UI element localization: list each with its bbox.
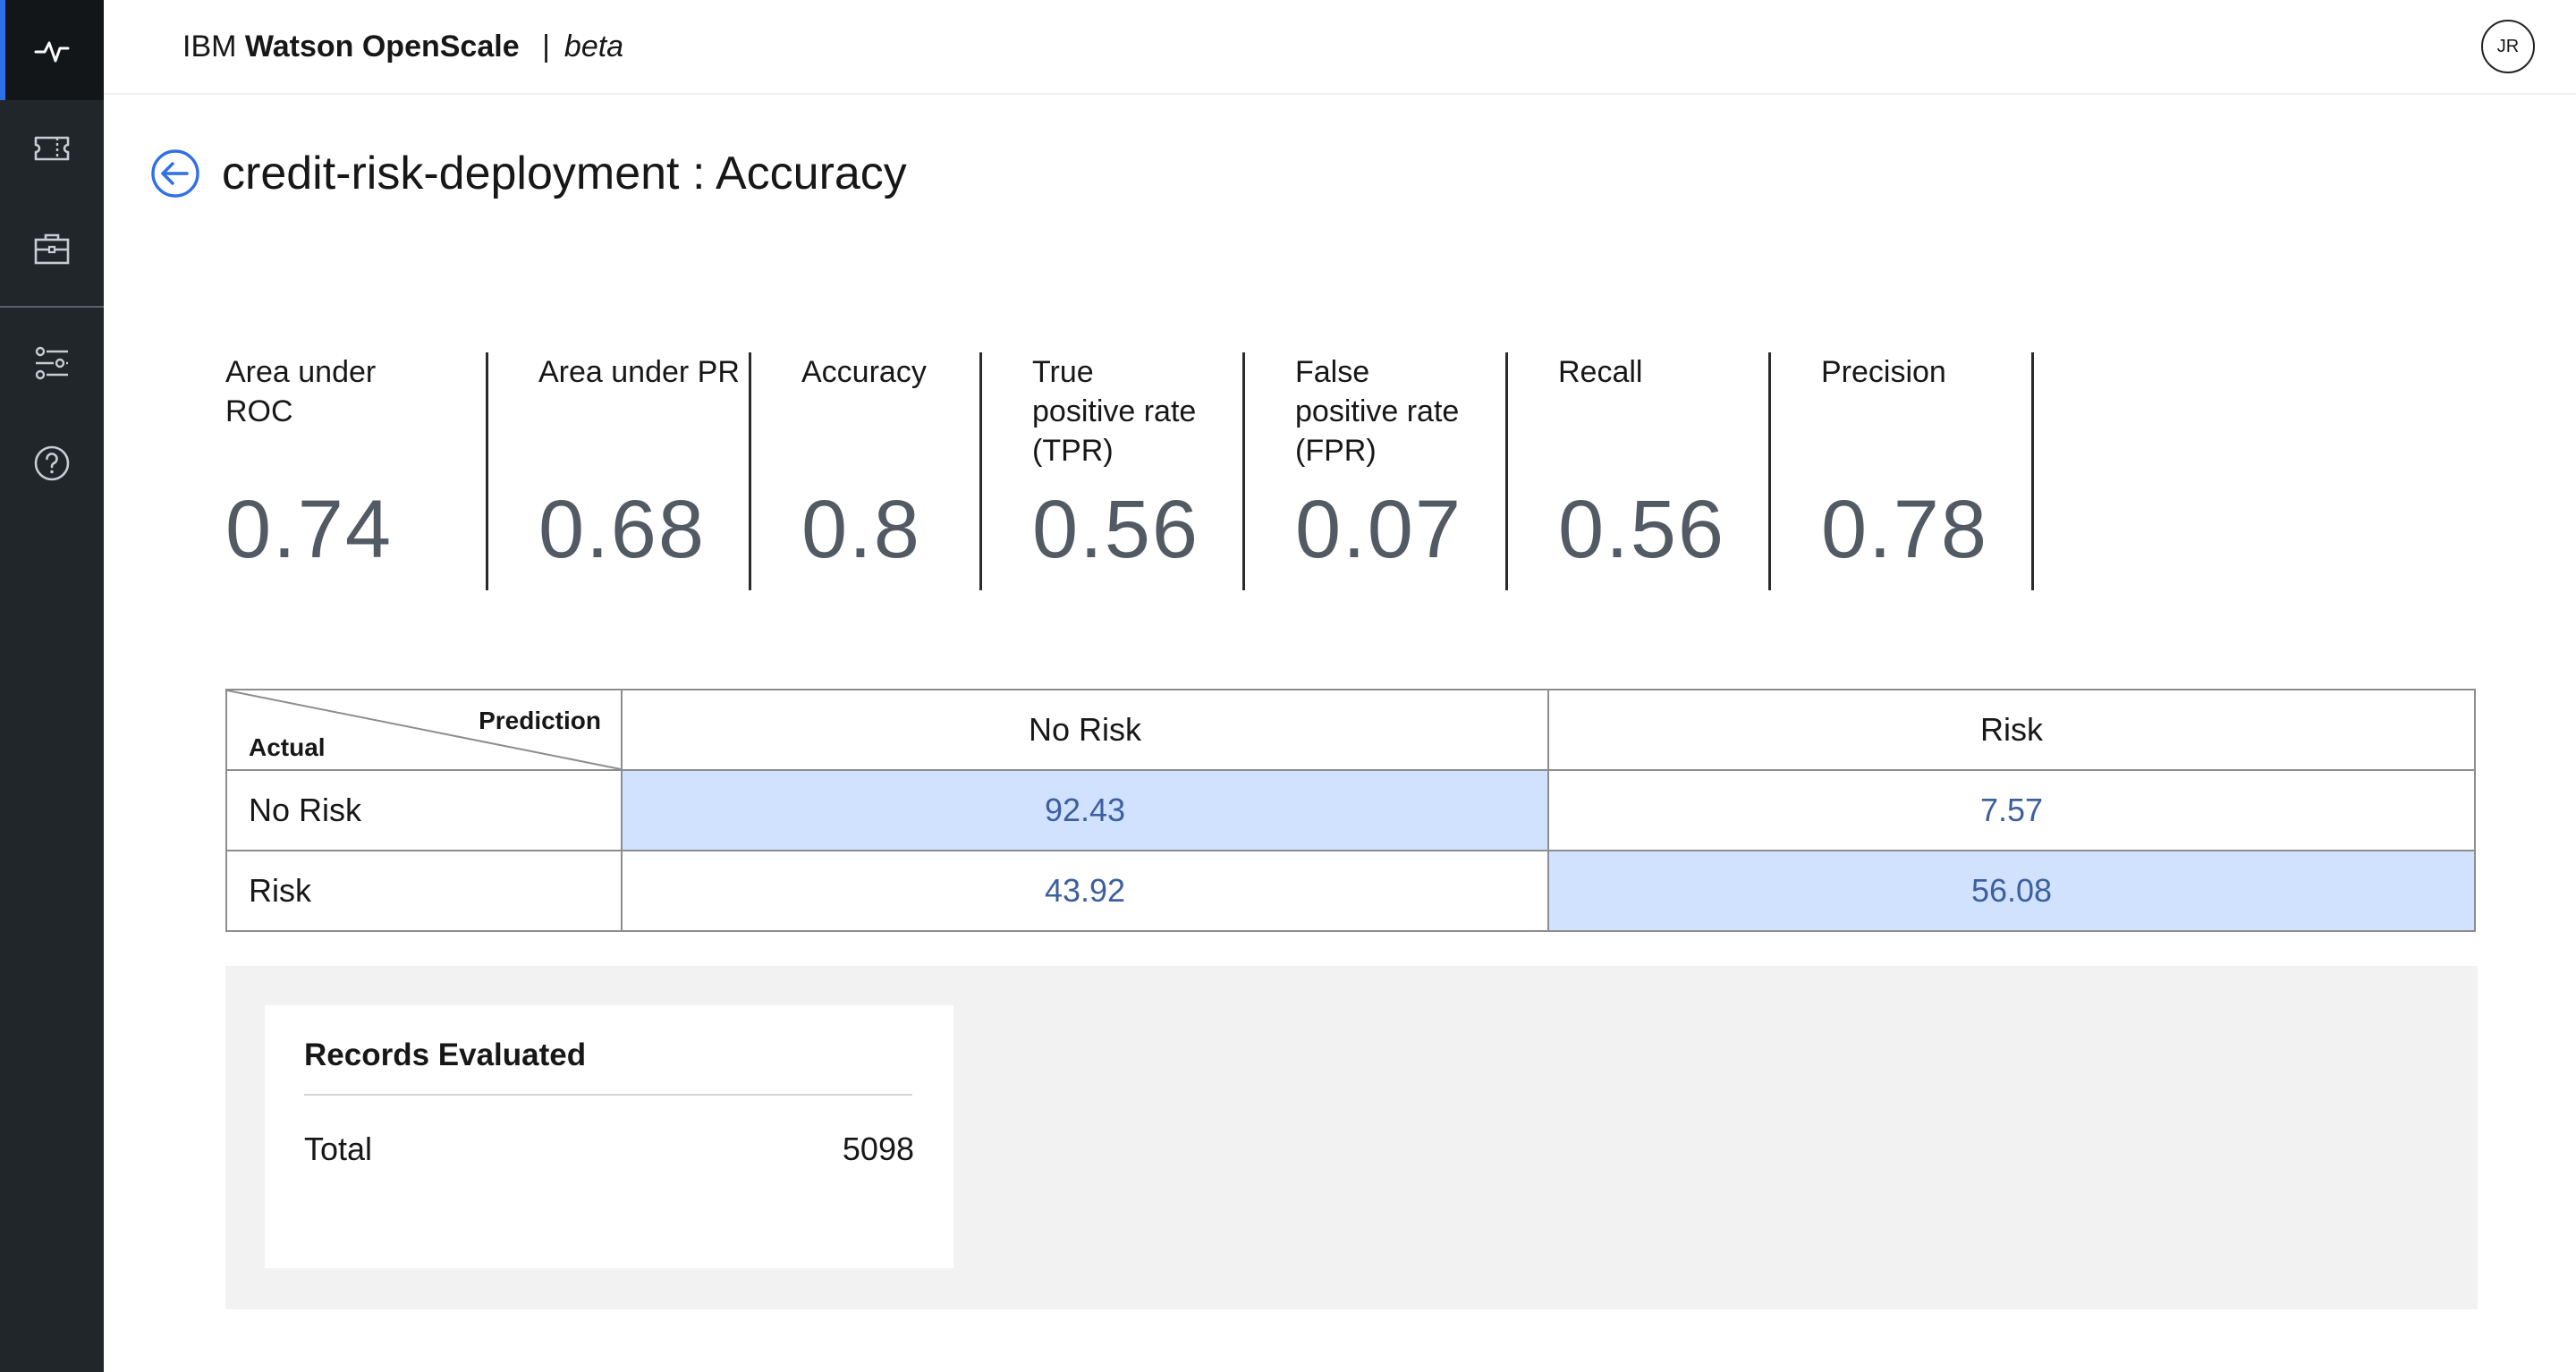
metric-label: Area under ROC [225, 355, 377, 428]
metric-recall: Recall 0.56 [1508, 352, 1771, 590]
records-total-value: 5098 [842, 1131, 914, 1167]
metric-label: Precision [1821, 355, 1946, 389]
matrix-cell: 92.43 [621, 769, 1549, 851]
metric-label: True positive rate (TPR) [1032, 355, 1197, 468]
sidebar-item-configure[interactable] [0, 313, 104, 413]
metric-auc-roc: Area under ROC 0.74 [225, 352, 488, 590]
confusion-matrix: Prediction Actual No Risk Risk No Risk 9… [225, 689, 2476, 932]
prediction-axis-label: Prediction [479, 707, 601, 734]
metric-label: Area under PR [538, 355, 740, 389]
ticket-icon [34, 136, 70, 161]
user-avatar[interactable]: JR [2481, 20, 2535, 73]
metric-value: 0.78 [1821, 484, 1989, 575]
brand-separator: | [542, 30, 550, 64]
metric-value: 0.68 [538, 484, 707, 575]
back-button[interactable] [150, 148, 200, 199]
matrix-corner-cell: Prediction Actual [225, 689, 623, 771]
metric-value: 0.8 [801, 484, 921, 575]
metric-tpr: True positive rate (TPR) 0.56 [982, 352, 1245, 590]
metric-fpr: False positive rate (FPR) 0.07 [1245, 352, 1508, 590]
metric-value: 0.07 [1295, 484, 1463, 575]
records-total-label: Total [304, 1131, 373, 1167]
page-title: credit-risk-deployment : Accuracy [222, 148, 907, 199]
matrix-column-header: No Risk [621, 689, 1549, 771]
metric-value: 0.56 [1032, 484, 1200, 575]
sliders-icon [35, 346, 68, 380]
matrix-row-header: Risk [225, 850, 623, 932]
metric-label: False positive rate (FPR) [1295, 355, 1460, 468]
sidebar-divider [0, 306, 104, 308]
arrow-left-circle-icon [151, 149, 199, 198]
metric-auc-pr: Area under PR 0.68 [488, 352, 751, 590]
table-row: Risk 43.92 56.08 [225, 850, 2476, 932]
records-title: Records Evaluated [304, 1037, 587, 1072]
briefcase-icon [34, 233, 70, 265]
metrics-row: Area under ROC 0.74 Area under PR 0.68 A… [225, 352, 2034, 590]
top-header: IBM Watson OpenScale | beta JR [104, 0, 2576, 95]
brand-prefix: IBM [182, 30, 237, 64]
brand-tag: beta [564, 30, 624, 64]
metric-label: Recall [1558, 355, 1643, 389]
brand-title: IBM Watson OpenScale | beta [182, 25, 623, 68]
matrix-cell: 56.08 [1547, 850, 2476, 932]
matrix-cell: 7.57 [1547, 769, 2476, 851]
sidebar-item-deployments[interactable] [0, 98, 104, 199]
records-card: Records Evaluated Total 5098 [265, 1005, 953, 1268]
metric-accuracy: Accuracy 0.8 [751, 352, 982, 590]
brand-name: Watson OpenScale [244, 30, 520, 64]
metric-precision: Precision 0.78 [1771, 352, 2034, 590]
activity-pulse-icon [34, 41, 70, 63]
matrix-row-header: No Risk [225, 769, 623, 851]
metric-value: 0.56 [1558, 484, 1726, 575]
matrix-column-header: Risk [1547, 689, 2476, 771]
sidebar-item-help[interactable] [0, 413, 104, 513]
records-divider [304, 1094, 912, 1096]
table-row: No Risk 92.43 7.57 [225, 769, 2476, 851]
sidebar-item-insights[interactable] [0, 0, 104, 100]
help-icon [34, 445, 70, 481]
matrix-cell: 43.92 [621, 850, 1549, 932]
sidebar-item-tools[interactable] [0, 199, 104, 299]
actual-axis-label: Actual [249, 733, 326, 761]
metric-value: 0.74 [225, 484, 394, 575]
sidebar [0, 0, 104, 1372]
